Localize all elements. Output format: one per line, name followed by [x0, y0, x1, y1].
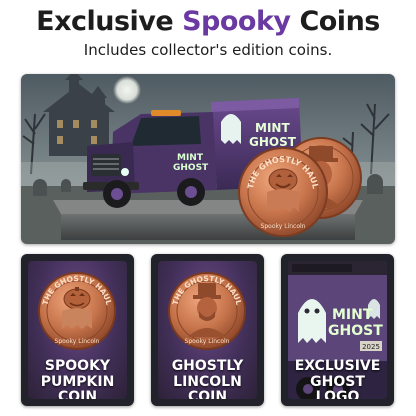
card2-label-line1: GHOSTLY [171, 358, 244, 374]
truck-text-line1: MINT [255, 121, 290, 135]
card-ghost-logo: MINT GHOST 2025 EXCLUSIVE GHOST LOGO [281, 254, 394, 406]
page-title: Exclusive Spooky Coins [0, 6, 416, 38]
card-pumpkin-coin: THE GHOSTLY HAUL Spooky Lincoln SPOOKY P… [21, 254, 134, 406]
card1-coin-bottom-text: Spooky Lincoln [55, 338, 100, 345]
card-ghost-background: MINT GHOST 2025 EXCLUSIVE GHOST LOGO [288, 261, 387, 399]
card3-label-line1: EXCLUSIVE [294, 358, 381, 374]
ghost-icon [221, 114, 241, 144]
card2-coin-bottom-text: Spooky Lincoln [185, 338, 230, 345]
hero-image: MINT GHOST MINT GHOST THE GHOSTLY HAUL S… [21, 74, 395, 244]
title-accent: Spooky [182, 6, 291, 37]
card1-label-line1: SPOOKY [44, 358, 111, 374]
card-pumpkin-background: THE GHOSTLY HAUL Spooky Lincoln SPOOKY P… [28, 261, 127, 399]
hero-coin-bottom-text: Spooky Lincoln [261, 223, 306, 230]
card3-truck-text-line2: GHOST [328, 323, 383, 339]
card3-truck-number: 2025 [362, 343, 380, 351]
card1-label-line2: PUMPKIN COIN [40, 374, 115, 400]
title-part1: Exclusive [36, 6, 183, 37]
card-lincoln-coin: THE GHOSTLY HAUL Spooky Lincoln GHOSTLY … [151, 254, 264, 406]
title-part2: Coins [290, 6, 380, 37]
card3-truck-text-line1: MINT [332, 307, 373, 323]
card2-label-line2: LINCOLN COIN [173, 374, 242, 400]
card3-label-line2: GHOST LOGO [310, 374, 365, 400]
card-lincoln-background: THE GHOSTLY HAUL Spooky Lincoln GHOSTLY … [158, 261, 257, 399]
truck-text-line2: GHOST [249, 135, 297, 149]
moon-icon [113, 76, 141, 104]
pumpkin-coin: THE GHOSTLY HAUL Spooky Lincoln [38, 272, 116, 350]
cab-text-line2: GHOST [173, 163, 209, 173]
lincoln-coin: THE GHOSTLY HAUL Spooky Lincoln [168, 272, 246, 350]
cab-text-line1: MINT [177, 153, 204, 163]
page-subtitle: Includes collector's edition coins. [83, 41, 333, 59]
